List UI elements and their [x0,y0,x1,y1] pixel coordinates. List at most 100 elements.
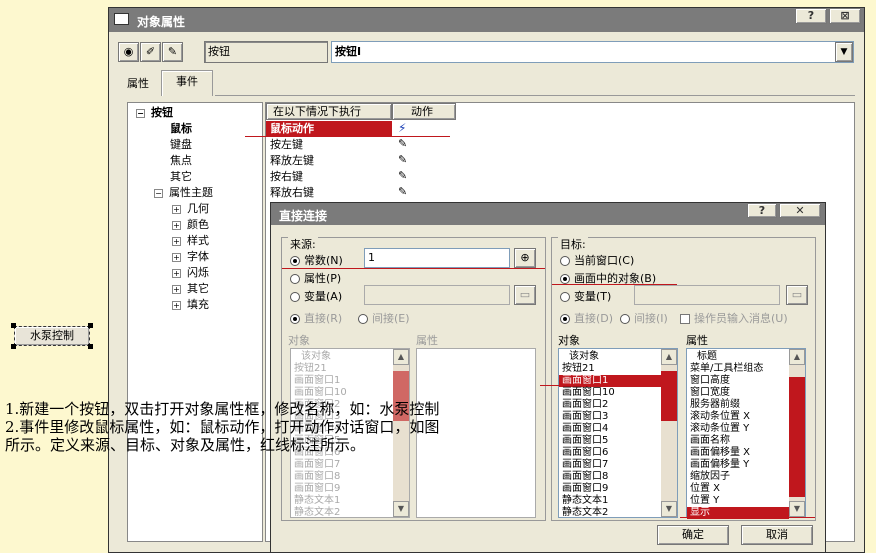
list-item[interactable]: 滚动条位置 Y [687,423,805,435]
canvas-button-widget[interactable]: 水泵控制 [14,326,90,346]
selection-handle[interactable] [88,344,93,349]
radio-target-direct[interactable]: 直接(D) [560,310,613,326]
lightning-icon[interactable]: ⚡ [398,121,406,135]
event-row[interactable]: 释放右键 [270,185,314,200]
list-item[interactable]: 滚动条位置 X [687,411,805,423]
tab-properties[interactable]: 属性 [117,74,159,94]
event-row[interactable]: 释放左键 [270,153,314,168]
tree-item-geometry[interactable]: + 几何 [172,201,209,216]
radio-target-indirect[interactable]: 间接(I) [620,310,668,326]
pencil-icon[interactable]: ✎ [398,137,407,150]
list-item[interactable]: 画面窗口10 [291,387,409,399]
list-item[interactable]: 画面窗口5 [559,435,677,447]
radio-indirect[interactable]: 间接(E) [358,310,410,326]
pencil-icon[interactable]: ✎ [398,185,407,198]
tree-item-font[interactable]: + 字体 [172,249,209,264]
list-item[interactable]: 画面窗口6 [559,447,677,459]
target-object-list[interactable]: 该对象 按钮21 画面窗口1 画面窗口10 画面窗口2 画面窗口3 画面窗口4 画面窗口5 画面… [558,348,678,518]
list-item[interactable]: 画面窗口8 [291,471,409,483]
list-item[interactable]: 按钮21 [291,363,409,375]
tree-item-theme[interactable]: − 属性主题 [154,185,213,200]
event-row-selected[interactable]: 鼠标动作 [266,121,392,136]
target-browse-button[interactable]: ▭ [786,285,808,305]
scroll-down-icon[interactable]: ▼ [661,501,677,517]
list-item[interactable]: 画面窗口9 [559,483,677,495]
list-item[interactable]: 画面窗口3 [559,411,677,423]
scrollbar-thumb[interactable] [661,371,677,421]
tree-item-color[interactable]: + 颜色 [172,217,209,232]
list-item[interactable]: 画面偏移量 X [687,447,805,459]
scroll-up-icon[interactable]: ▲ [661,349,677,365]
radio-direct[interactable]: 直接(R) [290,310,342,326]
list-item[interactable]: 画面偏移量 Y [687,459,805,471]
tree-item-other[interactable]: 其它 [170,169,192,184]
radio-constant[interactable]: 常数(N) [290,252,343,268]
constant-input[interactable]: 1 [364,248,510,268]
cancel-button[interactable]: 取消 [741,525,813,545]
radio-current-window[interactable]: 当前窗口(C) [560,252,634,268]
list-item[interactable]: 位置 X [687,483,805,495]
list-item[interactable]: 位置 Y [687,495,805,507]
list-item[interactable]: 画面窗口1 [291,375,409,387]
selection-handle[interactable] [88,323,93,328]
tree-item-mouse[interactable]: 鼠标 [170,121,192,136]
list-item[interactable]: 静态文本1 [559,495,677,507]
list-item[interactable]: 该对象 [291,351,409,363]
radio-target-variable[interactable]: 变量(T) [560,288,611,304]
radio-variable[interactable]: 变量(A) [290,288,342,304]
variable-browse-button[interactable]: ▭ [514,285,536,305]
ok-button[interactable]: 确定 [657,525,729,545]
list-item[interactable]: 静态文本2 [559,507,677,519]
help-button[interactable]: ? [747,203,777,218]
list-item[interactable]: 该对象 [559,351,677,363]
selection-handle[interactable] [11,323,16,328]
list-item[interactable]: 画面窗口2 [559,399,677,411]
list-item[interactable]: 画面窗口9 [291,483,409,495]
radio-property[interactable]: 属性(P) [290,270,341,286]
list-item[interactable]: 标题 [687,351,805,363]
scrollbar-thumb[interactable] [789,377,805,497]
wand-tool-button[interactable]: ✐ [140,42,161,62]
list-item[interactable]: 按钮21 [559,363,677,375]
close-button[interactable]: ⊠ [829,8,861,24]
tree-item-other2[interactable]: + 其它 [172,281,209,296]
pencil-icon[interactable]: ✎ [398,153,407,166]
list-item[interactable]: 画面窗口10 [559,387,677,399]
browse-button[interactable]: ⊕ [514,248,536,268]
scroll-up-icon[interactable]: ▲ [789,349,805,365]
scroll-down-icon[interactable]: ▼ [393,501,409,517]
object-name-combo[interactable]: 按钮I ▼ [331,41,854,63]
pencil-icon[interactable]: ✎ [398,169,407,182]
event-row[interactable]: 按右键 [270,169,303,184]
tree-item-keyboard[interactable]: 键盘 [170,137,192,152]
list-item[interactable]: 窗口高度 [687,375,805,387]
close-button[interactable]: ✕ [779,203,821,218]
wand-copy-button[interactable]: ✎ [162,42,183,62]
list-item[interactable]: 画面窗口7 [559,459,677,471]
tree-item-flash[interactable]: + 闪烁 [172,265,209,280]
list-item[interactable]: 服务器前缀 [687,399,805,411]
list-item[interactable]: 画面名称 [687,435,805,447]
list-item[interactable]: 静态文本2 [291,507,409,519]
selection-handle[interactable] [11,344,16,349]
list-item[interactable]: 画面窗口7 [291,459,409,471]
scroll-down-icon[interactable]: ▼ [789,501,805,517]
target-property-list[interactable]: 标题 菜单/工具栏组态 窗口高度 窗口宽度 服务器前缀 滚动条位置 X 滚动条位置 Y 画面名… [686,348,806,519]
tab-events[interactable]: 事件 [161,70,213,96]
list-item[interactable]: 窗口宽度 [687,387,805,399]
list-item[interactable]: 画面窗口8 [559,471,677,483]
scroll-up-icon[interactable]: ▲ [393,349,409,365]
chevron-down-icon[interactable]: ▼ [835,42,853,62]
pin-tool-button[interactable]: ◉ [118,42,139,62]
list-item[interactable]: 菜单/工具栏组态 [687,363,805,375]
list-item[interactable]: 静态文本1 [291,495,409,507]
tree-item-fill[interactable]: + 填充 [172,297,209,312]
tree-root[interactable]: − 按钮 [136,105,173,120]
list-item[interactable]: 画面窗口4 [559,423,677,435]
event-row[interactable]: 按左键 [270,137,303,152]
list-item[interactable]: 缩放因子 [687,471,805,483]
checkbox-operator-msg[interactable]: 操作员输入消息(U) [680,310,788,326]
tree-item-focus[interactable]: 焦点 [170,153,192,168]
tree-item-style[interactable]: + 样式 [172,233,209,248]
help-button[interactable]: ? [795,8,827,24]
